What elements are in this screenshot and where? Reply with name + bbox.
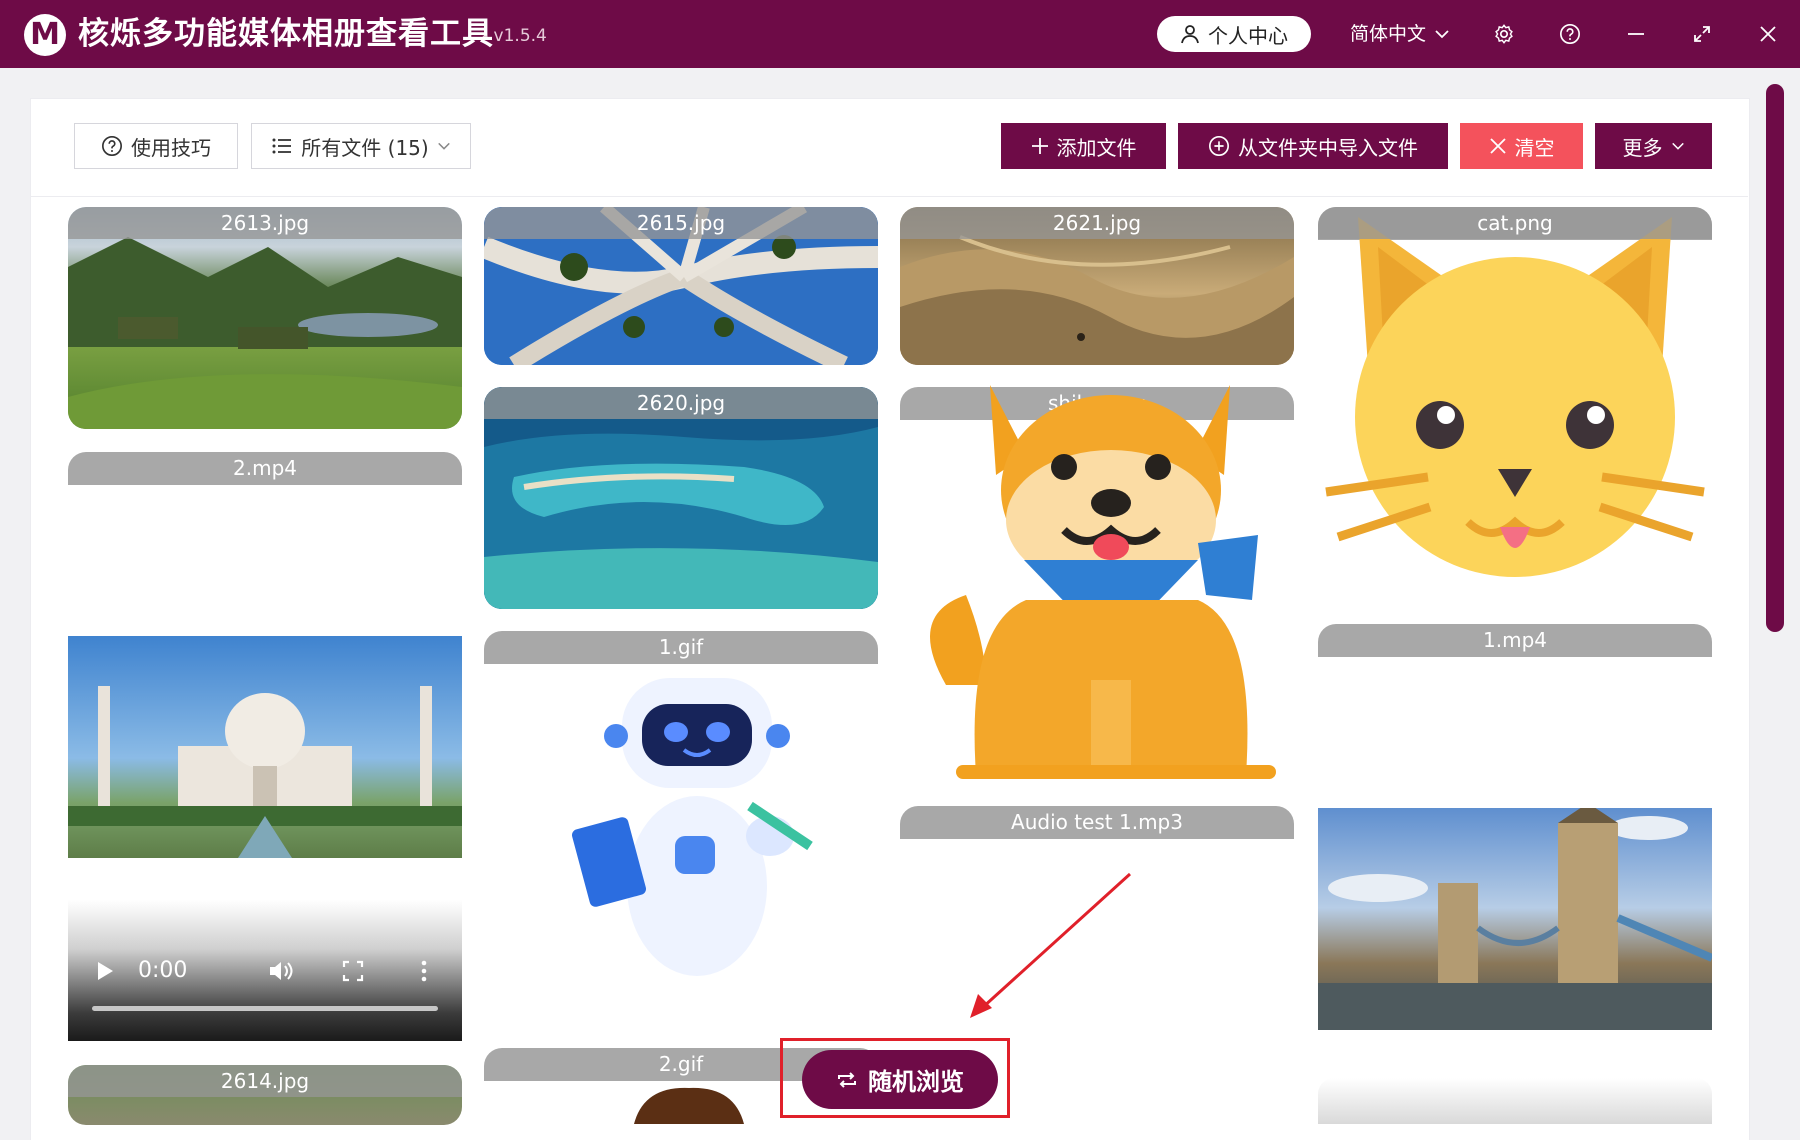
- media-tile[interactable]: 2615.jpg: [484, 207, 878, 365]
- more-label: 更多: [1622, 135, 1663, 160]
- close-icon: [1489, 138, 1506, 154]
- app-title: 核烁多功能媒体相册查看工具: [78, 16, 494, 52]
- video-player[interactable]: 0:00: [68, 900, 462, 1041]
- shuffle-icon: [838, 1071, 856, 1088]
- media-tile[interactable]: [1318, 808, 1712, 1030]
- tile-caption: Audio test 1.mp3: [900, 806, 1294, 839]
- plus-icon: [1031, 138, 1048, 154]
- random-browse-label: 随机浏览: [868, 1068, 964, 1096]
- hair-image: [634, 1087, 744, 1124]
- close-button[interactable]: [1752, 18, 1784, 50]
- tile-caption: 2615.jpg: [484, 207, 878, 239]
- tile-caption: 1.mp4: [1318, 624, 1712, 657]
- video-time: 0:00: [138, 958, 188, 983]
- shiba-image: [930, 385, 1276, 779]
- media-tile[interactable]: 2613.jpg: [68, 207, 462, 429]
- language-label: 简体中文: [1350, 23, 1427, 45]
- minimize-button[interactable]: [1620, 18, 1652, 50]
- expand-icon: [1694, 26, 1710, 42]
- more-button[interactable]: 更多: [1595, 123, 1712, 169]
- media-tile[interactable]: 2620.jpg: [484, 387, 878, 609]
- app-logo: M: [24, 14, 66, 56]
- import-folder-label: 从文件夹中导入文件: [1238, 135, 1418, 160]
- chevron-down-icon: [1435, 30, 1449, 39]
- file-filter-label: 所有文件 (15): [301, 135, 429, 160]
- monument-image: [68, 686, 462, 858]
- list-icon: [272, 138, 292, 154]
- media-tile[interactable]: [906, 385, 1288, 785]
- file-filter-dropdown[interactable]: 所有文件 (15): [251, 123, 471, 169]
- annotation-arrow: [970, 872, 1132, 1018]
- tile-caption: 2621.jpg: [900, 207, 1294, 239]
- toolbar-divider: [30, 196, 1748, 197]
- gear-icon: [1495, 24, 1513, 44]
- close-icon: [1760, 26, 1776, 42]
- user-icon: [1181, 25, 1199, 44]
- video-progress-bar[interactable]: [92, 1006, 438, 1011]
- tile-caption: 2613.jpg: [68, 207, 462, 239]
- language-selector[interactable]: 简体中文: [1350, 20, 1450, 48]
- chevron-down-icon: [437, 142, 450, 150]
- media-tile[interactable]: [1318, 1078, 1712, 1124]
- media-tile[interactable]: [68, 636, 462, 858]
- scrollbar-thumb[interactable]: [1766, 84, 1784, 632]
- fullscreen-icon[interactable]: [342, 960, 364, 982]
- play-icon[interactable]: [94, 960, 116, 982]
- media-tile[interactable]: [560, 666, 840, 996]
- help-button[interactable]: [1554, 18, 1586, 50]
- user-center-label: 个人中心: [1208, 23, 1288, 48]
- media-tile[interactable]: 2614.jpg: [68, 1065, 462, 1125]
- user-center-button[interactable]: 个人中心: [1157, 16, 1311, 52]
- reef-image: [484, 387, 878, 609]
- more-vert-icon[interactable]: [420, 960, 428, 982]
- settings-button[interactable]: [1488, 18, 1520, 50]
- plus-circle-icon: [1209, 136, 1229, 156]
- tile-caption: cat.png: [1318, 207, 1712, 239]
- cat-image: [1325, 217, 1705, 577]
- app-window: M 核烁多功能媒体相册查看工具 - v1.5.4 个人中心 简体中文 使用技巧 …: [0, 0, 1800, 1140]
- import-folder-button[interactable]: 从文件夹中导入文件: [1178, 123, 1448, 169]
- add-files-button[interactable]: 添加文件: [1001, 123, 1166, 169]
- tile-caption: 2620.jpg: [484, 387, 878, 419]
- tile-caption: 1.gif: [484, 631, 878, 664]
- app-version: - v1.5.4: [482, 26, 547, 46]
- add-files-label: 添加文件: [1056, 135, 1137, 160]
- random-browse-button[interactable]: 随机浏览: [802, 1050, 998, 1109]
- question-circle-icon: [1560, 24, 1580, 44]
- tips-label: 使用技巧: [131, 135, 211, 160]
- tile-caption: 2614.jpg: [68, 1065, 462, 1097]
- clear-button[interactable]: 清空: [1460, 123, 1583, 169]
- tile-caption: 2.mp4: [68, 452, 462, 485]
- minimize-icon: [1628, 33, 1644, 35]
- maximize-button[interactable]: [1686, 18, 1718, 50]
- chevron-down-icon: [1671, 142, 1684, 150]
- volume-icon[interactable]: [268, 959, 294, 983]
- bridge-image: [1318, 808, 1712, 1030]
- robot-image: [571, 678, 813, 976]
- media-tile[interactable]: cat.png: [1318, 207, 1712, 607]
- title-bar: M 核烁多功能媒体相册查看工具 - v1.5.4 个人中心 简体中文: [0, 0, 1800, 68]
- media-tile[interactable]: 2621.jpg: [900, 207, 1294, 365]
- landscape-image: [68, 237, 462, 429]
- question-circle-icon: [102, 136, 122, 156]
- clear-label: 清空: [1514, 135, 1555, 160]
- tips-button[interactable]: 使用技巧: [74, 123, 238, 169]
